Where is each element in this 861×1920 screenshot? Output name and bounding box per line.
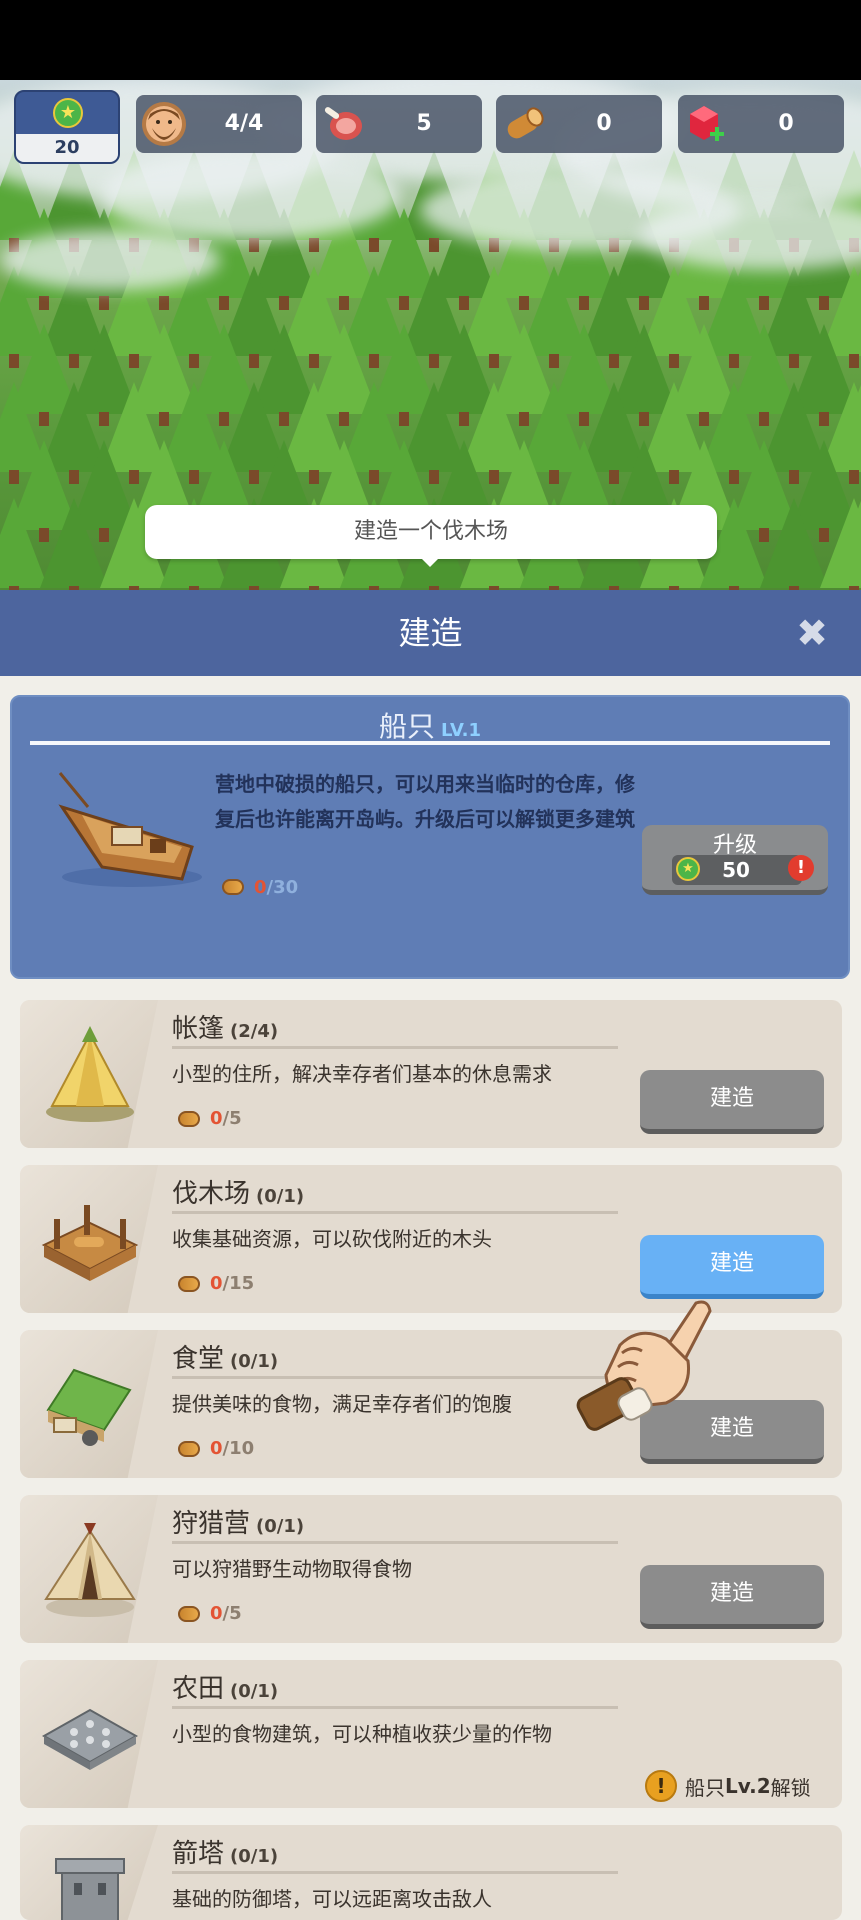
item-name: 农田 (0/1) (172, 1674, 279, 1704)
player-level: 20 (16, 134, 118, 162)
fog-cloud (0, 230, 220, 290)
tent-icon (34, 1020, 146, 1128)
wood-counter[interactable]: 0 (496, 95, 662, 153)
wood-icon (502, 102, 546, 146)
boat-level: LV.1 (441, 720, 481, 741)
item-description: 小型的食物建筑，可以种植收获少量的作物 (172, 1722, 552, 1746)
item-cost: 0/5 (178, 1603, 242, 1624)
boat-cost-need: /30 (266, 876, 299, 898)
list-item-farmland: 农田 (0/1) 小型的食物建筑，可以种植收获少量的作物 ! 船只 Lv.2 解锁 (20, 1660, 842, 1808)
wood-icon (222, 879, 244, 895)
divider (172, 1541, 618, 1544)
item-name: 食堂 (0/1) (172, 1344, 279, 1374)
divider (172, 1871, 618, 1874)
player-level-badge[interactable]: ★ 20 (14, 90, 120, 164)
item-description: 可以狩猎野生动物取得食物 (172, 1557, 412, 1581)
gem-icon (684, 102, 728, 146)
divider (172, 1376, 618, 1379)
hunting-camp-icon (34, 1515, 146, 1623)
item-name: 伐木场 (0/1) (172, 1179, 305, 1209)
divider (30, 741, 830, 745)
survivor-icon (142, 102, 186, 146)
list-item-arrow-tower: 箭塔 (0/1) 基础的防御塔，可以远距离攻击敌人 (20, 1825, 842, 1920)
lumber-mill-icon (34, 1185, 146, 1293)
item-description: 提供美味的食物，满足幸存者们的饱腹 (172, 1392, 512, 1416)
item-description: 基础的防御塔，可以远距离攻击敌人 (172, 1887, 492, 1911)
wood-value: 0 (596, 111, 612, 136)
survivor-value: 4/4 (224, 111, 264, 136)
item-name: 帐篷 (2/4) (172, 1014, 279, 1044)
alert-icon: ! (645, 1770, 677, 1802)
boat-description: 营地中破损的船只，可以用来当临时的仓库，修复后也许能离开岛屿。升级后可以解锁更多… (215, 772, 635, 831)
star-icon: ★ (53, 98, 83, 128)
list-item-lumber-mill: 伐木场 (0/1) 收集基础资源，可以砍伐附近的木头 0/15 建造 (20, 1165, 842, 1313)
tree (760, 498, 828, 588)
meat-counter[interactable]: 5 (316, 95, 482, 153)
boat-cost-have: 0 (254, 876, 267, 898)
boat-card: 船只 LV.1 营地中破损的船只，可以用来当临时的仓库，修复后也许能离开岛屿。升级… (10, 695, 850, 979)
list-item-tent: 帐篷 (2/4) 小型的住所，解决幸存者们基本的休息需求 0/5 建造 (20, 1000, 842, 1148)
boat-cost: 0 /30 (222, 872, 298, 902)
divider (172, 1211, 618, 1214)
item-description: 小型的住所，解决幸存者们基本的休息需求 (172, 1062, 552, 1086)
unlock-requirement: ! 船只 Lv.2 解锁 (645, 1770, 811, 1802)
fog-cloud (100, 150, 400, 240)
item-cost: 0/5 (178, 1108, 242, 1129)
item-name: 箭塔 (0/1) (172, 1839, 279, 1869)
survivor-counter[interactable]: 4/4 (136, 95, 302, 153)
boat-image (42, 767, 212, 897)
tree (40, 498, 108, 588)
close-icon[interactable]: ✖ (793, 614, 831, 652)
boat-name: 船只 (379, 710, 436, 743)
build-button-hunting-camp[interactable]: 建造 (640, 1565, 824, 1629)
tooltip-arrow (420, 557, 440, 567)
upgrade-cost: 50 (722, 858, 750, 882)
wood-icon (178, 1605, 200, 1622)
alert-icon: ! (788, 855, 814, 881)
tutorial-tooltip: 建造一个伐木场 (145, 505, 717, 559)
tutorial-hand-icon (570, 1295, 730, 1435)
divider (172, 1706, 618, 1709)
divider (172, 1046, 618, 1049)
meat-value: 5 (416, 111, 432, 136)
arrow-tower-icon (34, 1845, 146, 1920)
status-bar (0, 0, 861, 80)
gem-value: 0 (778, 111, 794, 136)
wood-icon (178, 1275, 200, 1292)
item-name: 狩猎营 (0/1) (172, 1509, 305, 1539)
farmland-icon (34, 1680, 146, 1788)
tree (820, 498, 861, 588)
build-panel-header: 建造 ✖ (0, 590, 861, 676)
canteen-icon (34, 1350, 146, 1458)
build-button-tent[interactable]: 建造 (640, 1070, 824, 1134)
meat-icon (322, 102, 366, 146)
list-item-hunting-camp: 狩猎营 (0/1) 可以狩猎野生动物取得食物 0/5 建造 (20, 1495, 842, 1643)
build-button-lumber-mill[interactable]: 建造 (640, 1235, 824, 1299)
upgrade-button[interactable]: 升级 ★ 50 ! (642, 825, 828, 895)
item-cost: 0/15 (178, 1273, 254, 1294)
item-cost: 0/10 (178, 1438, 254, 1459)
build-panel-title: 建造 (398, 614, 463, 652)
gem-counter[interactable]: 0 (678, 95, 844, 153)
item-description: 收集基础资源，可以砍伐附近的木头 (172, 1227, 492, 1251)
star-icon: ★ (676, 857, 700, 881)
wood-icon (178, 1110, 200, 1127)
wood-icon (178, 1440, 200, 1457)
boat-title: 船只 LV.1 (12, 705, 848, 745)
